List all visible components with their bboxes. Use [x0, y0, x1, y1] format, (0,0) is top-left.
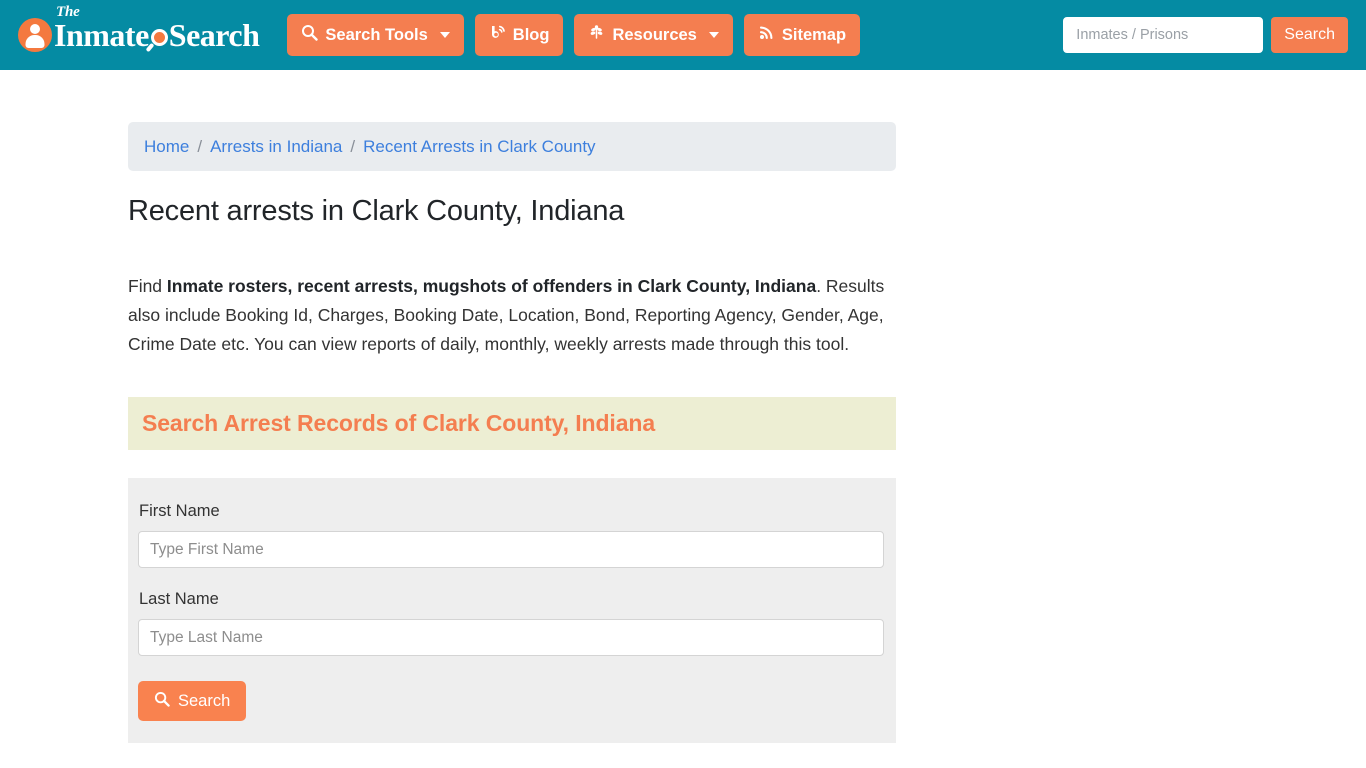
logo-inmate-text: Inmate	[54, 17, 149, 53]
arrest-search-form: First Name Last Name Search	[128, 478, 896, 743]
site-logo[interactable]: The Inmate Search	[18, 5, 260, 53]
breadcrumb-separator: /	[350, 136, 356, 156]
leaf-icon	[588, 24, 605, 46]
magnifier-icon	[301, 24, 319, 46]
first-name-field-block: First Name	[138, 502, 886, 568]
nav-blog-label: Blog	[512, 25, 550, 44]
magnifier-icon	[154, 691, 170, 712]
breadcrumb-item-recent-arrests-clark-county[interactable]: Recent Arrests in Clark County	[363, 137, 595, 157]
first-name-label: First Name	[139, 502, 220, 520]
main-content: Home / Arrests in Indiana / Recent Arres…	[128, 70, 896, 743]
form-search-button[interactable]: Search	[138, 681, 247, 721]
nav-resources-label: Resources	[612, 25, 697, 44]
breadcrumb-item-arrests-in-indiana[interactable]: Arrests in Indiana	[210, 137, 342, 157]
logo-search-text: Search	[168, 17, 260, 53]
blog-icon	[489, 24, 506, 46]
header-search-button[interactable]: Search	[1271, 17, 1348, 53]
section-banner: Search Arrest Records of Clark County, I…	[128, 397, 896, 450]
intro-bold-text: Inmate rosters, recent arrests, mugshots…	[166, 276, 817, 296]
nav-sitemap-button[interactable]: Sitemap	[743, 14, 861, 56]
nav-search-tools-button[interactable]: Search Tools	[287, 14, 464, 56]
breadcrumb-item-home[interactable]: Home	[144, 137, 189, 157]
rss-icon	[758, 24, 775, 46]
last-name-field-block: Last Name	[138, 590, 886, 656]
header-search-form: Search	[1063, 17, 1348, 53]
chevron-down-icon	[439, 32, 450, 38]
intro-lead-text: Find	[128, 276, 167, 296]
last-name-input[interactable]	[138, 619, 884, 656]
form-search-label: Search	[178, 691, 231, 710]
person-avatar-icon	[18, 18, 52, 52]
primary-navigation: Search Tools Blog Resources Sitemap	[287, 14, 861, 56]
breadcrumb-separator: /	[197, 136, 203, 156]
nav-resources-button[interactable]: Resources	[574, 14, 733, 56]
nav-blog-button[interactable]: Blog	[474, 14, 564, 56]
last-name-label: Last Name	[139, 590, 219, 608]
chevron-down-icon	[708, 32, 719, 38]
header-search-input[interactable]	[1063, 17, 1264, 53]
logo-wordmark: The Inmate Search	[54, 5, 260, 53]
logo-the-text: The	[56, 4, 80, 20]
page-title: Recent arrests in Clark County, Indiana	[128, 195, 625, 227]
breadcrumb: Home / Arrests in Indiana / Recent Arres…	[128, 122, 896, 171]
nav-search-tools-label: Search Tools	[325, 25, 428, 44]
nav-sitemap-label: Sitemap	[781, 25, 847, 44]
intro-paragraph: Find Inmate rosters, recent arrests, mug…	[128, 272, 898, 359]
section-heading: Search Arrest Records of Clark County, I…	[142, 410, 656, 436]
first-name-input[interactable]	[138, 531, 884, 568]
magnifier-icon	[150, 28, 168, 46]
site-header: The Inmate Search Search Tools Blog Reso…	[0, 0, 1366, 70]
